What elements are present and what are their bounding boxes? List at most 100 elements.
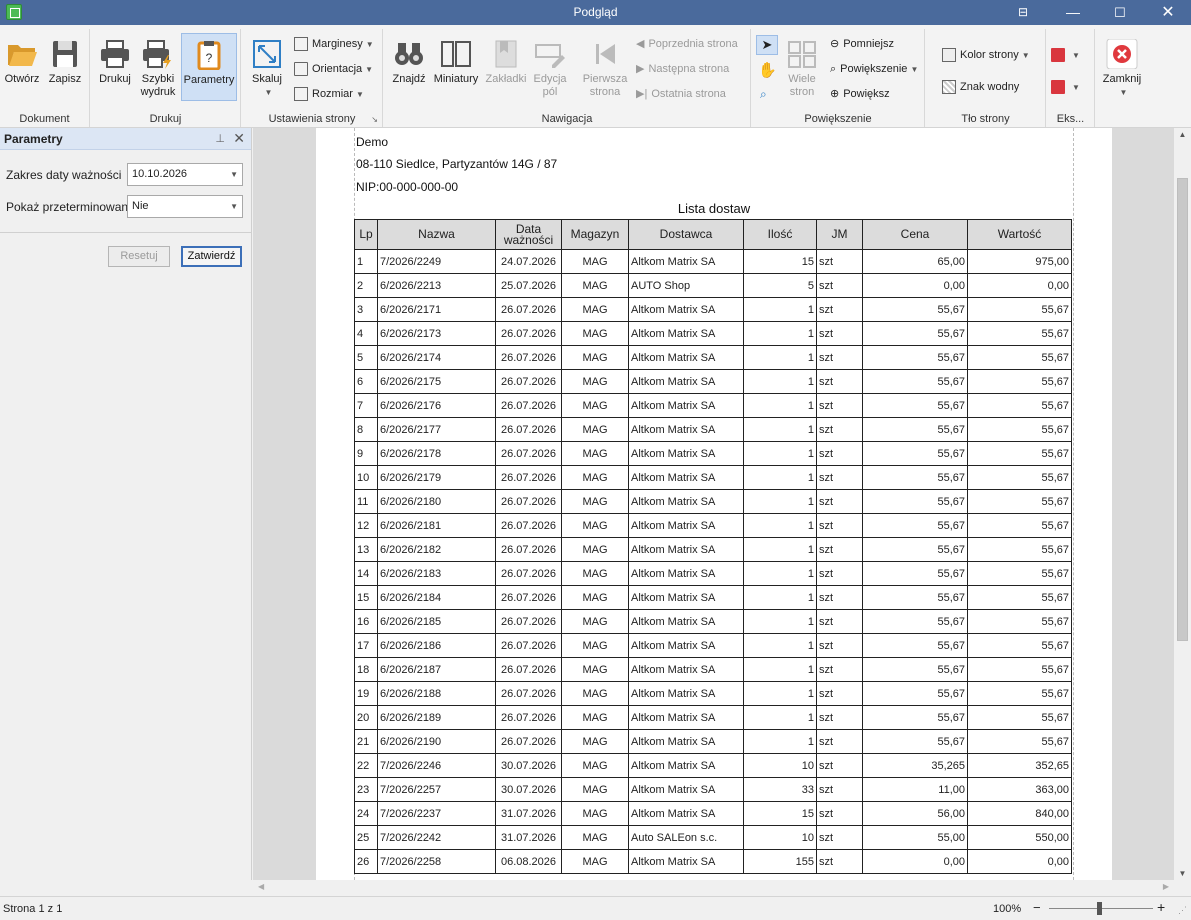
pin-icon[interactable]: ⊥	[215, 132, 225, 145]
column-header[interactable]: Wartość	[967, 219, 1072, 250]
table-cell: 1	[743, 729, 817, 754]
table-cell: MAG	[561, 609, 629, 634]
preview-area[interactable]: Demo 08-110 Siedlce, Partyzantów 14G / 8…	[253, 128, 1174, 880]
page-size-icon	[294, 87, 308, 102]
table-cell: szt	[816, 249, 863, 274]
table-cell: 17	[354, 633, 378, 658]
scale-arrows-icon	[253, 40, 281, 68]
table-cell: 1	[743, 441, 817, 466]
group-ustawienia-strony: Skaluj ▼ Marginesy ▼ Orientacja ▼ Rozmiar ▼…	[242, 29, 383, 127]
minimize-button[interactable]: —	[1050, 0, 1096, 25]
table-header-row: Lp Nazwa Data ważności Magazyn Dostawca …	[354, 219, 1072, 250]
previous-page-button[interactable]: ◀ Poprzednia strona	[636, 34, 738, 54]
param-label: Zakres daty ważności	[6, 168, 122, 182]
watermark-button[interactable]: Znak wodny	[942, 77, 1019, 97]
scroll-left-icon[interactable]: ◀	[258, 882, 264, 891]
column-header[interactable]: Nazwa	[377, 219, 496, 250]
table-row: 14 6/2026/2183 26.07.2026 MAG Altkom Matrix …	[354, 561, 1072, 586]
zoom-in-button[interactable]: ⊕ Powiększ	[830, 84, 890, 104]
column-header[interactable]: Cena	[862, 219, 968, 250]
show-expired-select[interactable]: Nie ▼	[127, 195, 243, 218]
resize-grip-icon[interactable]: ⋰	[1178, 905, 1187, 916]
table-row: 17 6/2026/2186 26.07.2026 MAG Altkom Matrix …	[354, 633, 1072, 658]
parameters-button[interactable]: ? Parametry	[181, 33, 237, 101]
export-email-button[interactable]: ▼	[1051, 77, 1080, 97]
table-row: 6 6/2026/2175 26.07.2026 MAG Altkom Matrix S…	[354, 369, 1072, 394]
scroll-right-icon[interactable]: ▶	[1163, 882, 1169, 891]
print-button[interactable]: Drukuj	[95, 33, 135, 101]
table-cell: MAG	[561, 681, 629, 706]
export-pdf-button[interactable]: ▼	[1051, 45, 1080, 65]
chevron-down-icon[interactable]: ▼	[230, 196, 238, 217]
table-cell: szt	[816, 777, 863, 802]
table-cell: Altkom Matrix SA	[628, 417, 744, 442]
orientation-button[interactable]: Orientacja ▼	[294, 59, 373, 79]
zoom-tool-icon[interactable]: ⌕	[760, 87, 767, 102]
page-color-button[interactable]: Kolor strony ▼	[942, 45, 1030, 65]
zoom-dropdown-button[interactable]: ⌕ Powiększenie ▼	[830, 59, 918, 79]
scroll-up-icon[interactable]: ▲	[1174, 130, 1191, 139]
many-pages-button[interactable]: Wiele stron	[782, 33, 822, 101]
table-cell: 26.07.2026	[495, 393, 562, 418]
scale-button[interactable]: Skaluj ▼	[248, 33, 286, 101]
last-page-button[interactable]: ▶| Ostatnia strona	[636, 84, 726, 104]
table-cell: szt	[816, 273, 863, 298]
close-panel-icon[interactable]: ✕	[233, 130, 245, 147]
pointer-tool-icon[interactable]: ➤	[756, 35, 778, 55]
column-header[interactable]: Lp	[354, 219, 378, 250]
chevron-down-icon[interactable]: ▼	[230, 164, 238, 185]
column-header[interactable]: Dostawca	[628, 219, 744, 250]
save-button[interactable]: Zapisz	[44, 33, 86, 101]
quick-print-button[interactable]: Szybki wydruk	[137, 33, 179, 101]
table-cell: szt	[816, 705, 863, 730]
table-cell: Altkom Matrix SA	[628, 849, 744, 874]
table-cell: 26.07.2026	[495, 729, 562, 754]
zoom-plus-icon[interactable]: +	[1157, 899, 1165, 915]
table-cell: 55,67	[967, 513, 1072, 538]
chevron-down-icon: ▼	[1119, 88, 1128, 97]
table-cell: Altkom Matrix SA	[628, 753, 744, 778]
table-cell: 55,67	[862, 537, 968, 562]
table-cell: MAG	[561, 465, 629, 490]
restore-layout-icon[interactable]: ⊟	[1000, 0, 1046, 25]
table-cell: MAG	[561, 633, 629, 658]
table-cell: MAG	[561, 513, 629, 538]
table-cell: 26.07.2026	[495, 537, 562, 562]
hand-tool-icon[interactable]: ✋	[758, 61, 777, 79]
column-header[interactable]: Data ważności	[495, 219, 562, 250]
table-row: 19 6/2026/2188 26.07.2026 MAG Altkom Matrix …	[354, 681, 1072, 706]
close-window-button[interactable]: ✕	[1145, 0, 1191, 25]
reset-button[interactable]: Resetuj	[108, 246, 170, 267]
margins-button[interactable]: Marginesy ▼	[294, 34, 374, 54]
many-pages-icon	[788, 41, 816, 68]
table-cell: 4	[354, 321, 378, 346]
table-cell: MAG	[561, 561, 629, 586]
zoom-slider-thumb[interactable]	[1097, 902, 1102, 915]
find-button[interactable]: Znajdź	[390, 33, 428, 101]
first-page-button[interactable]: Pierwsza strona	[580, 33, 630, 101]
scroll-down-icon[interactable]: ▼	[1174, 869, 1191, 878]
horizontal-scrollbar[interactable]: ◀ ▶	[253, 880, 1174, 896]
table-cell: 0,00	[967, 273, 1072, 298]
next-page-button[interactable]: ▶ Następna strona	[636, 59, 729, 79]
column-header[interactable]: JM	[816, 219, 863, 250]
zoom-minus-icon[interactable]: −	[1033, 900, 1041, 915]
size-button[interactable]: Rozmiar ▼	[294, 84, 364, 104]
column-header[interactable]: Magazyn	[561, 219, 629, 250]
column-header[interactable]: Ilość	[743, 219, 817, 250]
bookmarks-button[interactable]: Zakładki	[484, 33, 528, 101]
zoom-out-button[interactable]: ⊖ Pomniejsz	[830, 34, 894, 54]
edit-fields-button[interactable]: Edycja pól	[530, 33, 570, 101]
open-button[interactable]: Otwórz	[2, 33, 42, 101]
thumbnails-button[interactable]: Miniatury	[432, 33, 480, 101]
submit-button[interactable]: Zatwierdź	[181, 246, 242, 267]
vertical-scrollbar[interactable]: ▲ ▼	[1174, 128, 1191, 880]
company-nip: NIP:00-000-000-00	[356, 180, 459, 194]
table-cell: szt	[816, 369, 863, 394]
close-preview-button[interactable]: Zamknij ▼	[1099, 33, 1145, 101]
scroll-thumb[interactable]	[1177, 178, 1188, 641]
table-cell: Altkom Matrix SA	[628, 777, 744, 802]
maximize-button[interactable]: ☐	[1097, 0, 1143, 25]
svg-text:?: ?	[206, 51, 213, 65]
date-range-field[interactable]: 10.10.2026 ▼	[127, 163, 243, 186]
